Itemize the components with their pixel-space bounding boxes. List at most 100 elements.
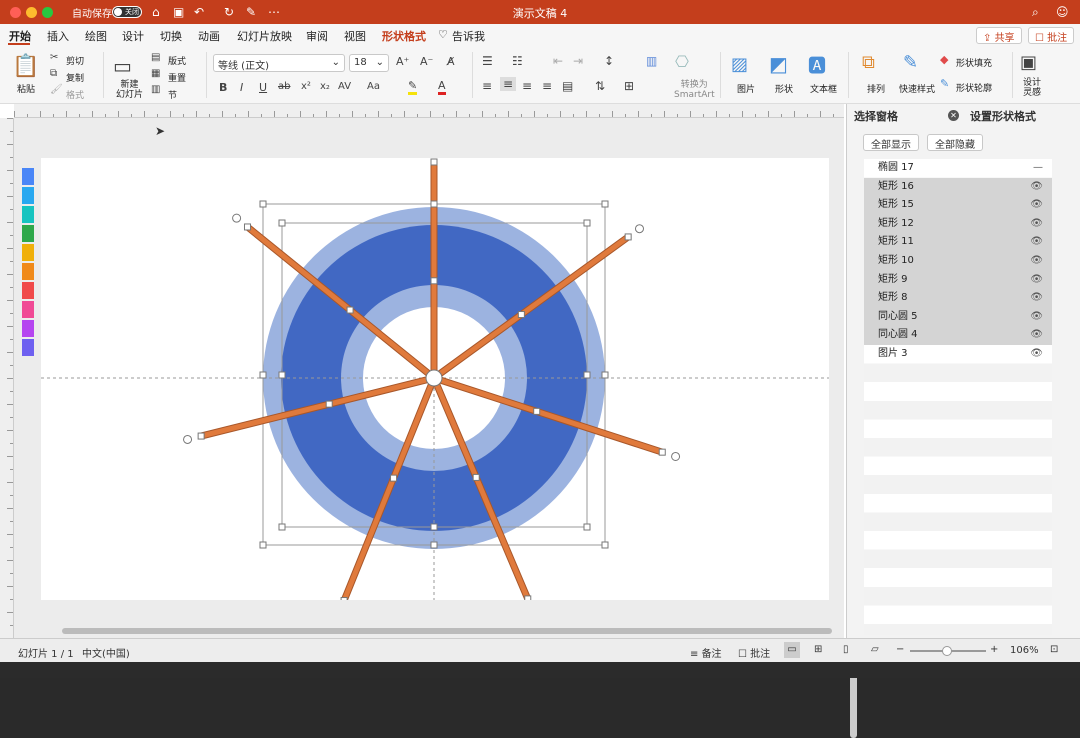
color-swatch[interactable]	[22, 301, 34, 318]
eye-icon[interactable]: 👁	[1030, 196, 1043, 215]
section-button[interactable]: 节	[168, 88, 177, 101]
color-swatch[interactable]	[22, 225, 34, 242]
zoom-level[interactable]: 106%	[1010, 645, 1039, 656]
convert-smartart-button[interactable]: 转换为 SmartArt	[674, 80, 715, 100]
close-pane-icon[interactable]: ✕	[948, 110, 959, 121]
tab-home[interactable]: 开始	[9, 28, 31, 44]
slideshow-view-icon[interactable]: ▱	[871, 644, 879, 655]
font-color-icon[interactable]: A	[438, 79, 446, 95]
horizontal-scrollbar[interactable]	[62, 628, 832, 634]
tab-design[interactable]: 设计	[122, 28, 144, 44]
zoom-out-icon[interactable]: −	[896, 644, 904, 655]
eye-icon[interactable]: 👁	[1030, 345, 1043, 364]
resize-handle[interactable]	[583, 219, 591, 227]
layout-button[interactable]: 版式	[168, 54, 186, 67]
smartart-icon[interactable]: ⎔	[675, 52, 689, 71]
resize-handle[interactable]	[243, 223, 251, 231]
eye-icon[interactable]: 👁	[1030, 233, 1043, 252]
picture-button[interactable]: 图片	[737, 82, 755, 95]
tab-tell-me[interactable]: 告诉我	[452, 28, 485, 44]
resize-handle[interactable]	[583, 523, 591, 531]
decrease-font-icon[interactable]: A⁻	[420, 55, 433, 68]
format-painter-icon[interactable]: 🖌	[50, 84, 63, 95]
center-handle-cluster[interactable]	[425, 369, 443, 387]
reset-button[interactable]: 重置	[168, 71, 186, 84]
columns-icon[interactable]: ▥	[646, 54, 657, 68]
comment-button[interactable]: ☐ 批注	[1028, 27, 1075, 44]
zoom-slider[interactable]	[910, 646, 986, 656]
shape-button[interactable]: 形状	[775, 82, 793, 95]
distribute-icon[interactable]: ▤	[562, 79, 573, 93]
format-shape-tab[interactable]: 设置形状格式	[970, 108, 1036, 124]
indent-icon[interactable]: ⇥	[573, 54, 583, 68]
fit-to-window-icon[interactable]: ⊡	[1050, 644, 1058, 655]
resize-handle[interactable]	[533, 407, 541, 415]
hidden-toggle-icon[interactable]: —	[1033, 159, 1043, 178]
resize-handle[interactable]	[430, 277, 438, 285]
new-slide-button[interactable]: 新建 幻灯片	[116, 80, 143, 100]
selection-list-item[interactable]: 矩形 15 👁	[864, 196, 1052, 215]
resize-handle[interactable]	[517, 311, 525, 319]
numbering-icon[interactable]: ☷	[512, 54, 523, 68]
selection-list-item[interactable]: 矩形 8 👁	[864, 289, 1052, 308]
align-text-icon[interactable]: ⊞	[624, 79, 634, 93]
arrange-icon[interactable]: ⧉	[862, 52, 875, 73]
tab-review[interactable]: 审阅	[306, 28, 328, 44]
tab-draw[interactable]: 绘图	[85, 28, 107, 44]
resize-handle[interactable]	[259, 541, 267, 549]
color-swatch[interactable]	[22, 244, 34, 261]
color-swatch[interactable]	[22, 320, 34, 337]
resize-handle[interactable]	[259, 371, 267, 379]
resize-handle[interactable]	[278, 219, 286, 227]
change-case-icon[interactable]: Aa	[367, 81, 380, 92]
eye-icon[interactable]: 👁	[1030, 215, 1043, 234]
resize-handle[interactable]	[197, 432, 205, 440]
resize-handle[interactable]	[624, 233, 632, 241]
font-size-dropdown[interactable]: 18 ⌄	[349, 54, 389, 72]
outdent-icon[interactable]: ⇤	[553, 54, 563, 68]
selection-list-item[interactable]: 矩形 10 👁	[864, 251, 1052, 271]
show-all-button[interactable]: 全部显示	[863, 134, 919, 151]
slide-graphic[interactable]	[41, 118, 829, 638]
color-swatch[interactable]	[22, 168, 34, 185]
selection-list-item[interactable]: 同心圆 5 👁	[864, 307, 1052, 327]
selection-list-item[interactable]: 矩形 16 👁	[864, 177, 1052, 197]
selection-list-item[interactable]: 矩形 11 👁	[864, 233, 1052, 252]
new-slide-icon[interactable]: ▭	[113, 54, 132, 78]
designer-icon[interactable]: ▣	[1020, 52, 1037, 73]
copy-icon[interactable]: ⧉	[50, 68, 57, 79]
resize-handle[interactable]	[430, 523, 438, 531]
picture-icon[interactable]: ▨	[731, 54, 748, 75]
selection-list-item[interactable]: 矩形 9 👁	[864, 270, 1052, 290]
shapes-icon[interactable]: ◩	[769, 52, 788, 76]
shape-fill-button[interactable]: 形状填充	[956, 56, 992, 69]
tab-slideshow[interactable]: 幻灯片放映	[237, 28, 292, 44]
tab-transitions[interactable]: 切换	[160, 28, 182, 44]
format-painter-button[interactable]: 格式	[66, 88, 84, 101]
resize-handle[interactable]	[325, 400, 333, 408]
resize-handle[interactable]	[346, 306, 354, 314]
underline-icon[interactable]: U	[259, 81, 267, 94]
copy-button[interactable]: 复制	[66, 71, 84, 84]
designer-button[interactable]: 设计 灵感	[1023, 78, 1041, 98]
tab-view[interactable]: 视图	[344, 28, 366, 44]
rotate-handle[interactable]	[232, 213, 242, 223]
arrange-button[interactable]: 排列	[867, 82, 885, 95]
tab-animations[interactable]: 动画	[198, 28, 220, 44]
eye-icon[interactable]: 👁	[1030, 252, 1043, 271]
tab-shape-format[interactable]: 形状格式	[382, 28, 426, 44]
align-right-icon[interactable]: ≡	[522, 79, 532, 93]
textbox-icon[interactable]: 🅰	[808, 52, 826, 78]
hide-all-button[interactable]: 全部隐藏	[927, 134, 983, 151]
eye-icon[interactable]: 👁	[1030, 289, 1043, 308]
color-swatch[interactable]	[22, 339, 34, 356]
selection-list-item[interactable]: 矩形 12 👁	[864, 214, 1052, 234]
share-button[interactable]: ⇪ 共享	[976, 27, 1022, 44]
resize-handle[interactable]	[278, 523, 286, 531]
rotate-handle[interactable]	[183, 434, 193, 444]
subscript-icon[interactable]: x₂	[320, 81, 330, 92]
search-icon[interactable]: ⌕	[1032, 4, 1039, 20]
account-icon[interactable]: ☺	[1056, 4, 1069, 20]
shape-fill-icon[interactable]: ◆	[940, 53, 948, 66]
shape-outline-icon[interactable]: ✎	[940, 77, 949, 90]
